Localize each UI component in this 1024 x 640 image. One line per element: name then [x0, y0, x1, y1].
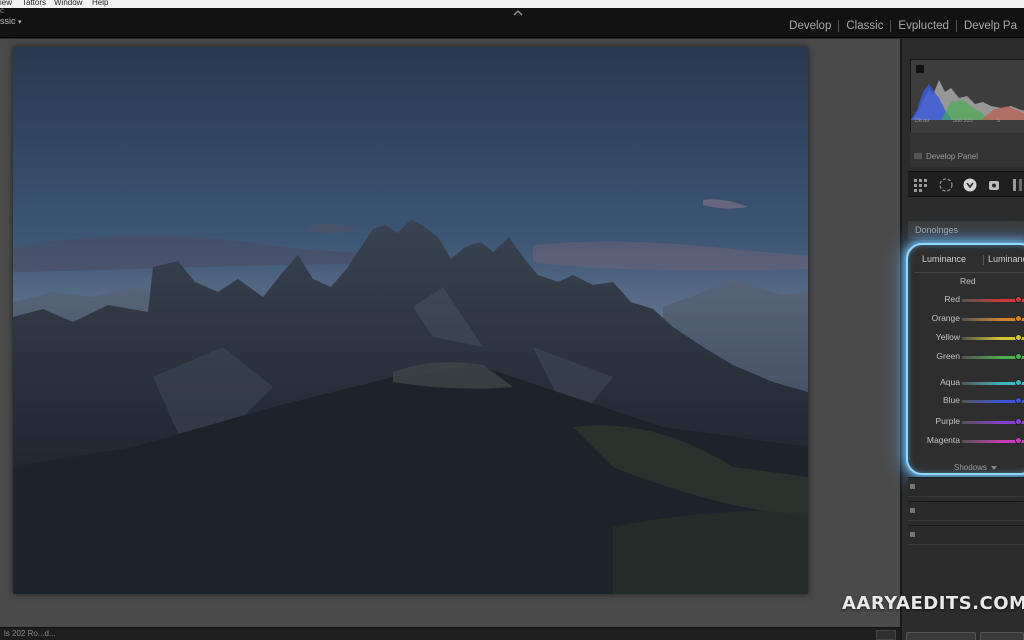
- hsl-slider-thumb-purple[interactable]: [1014, 418, 1022, 425]
- expand-icon: [910, 508, 915, 513]
- hsl-row-yellow: Yellow: [908, 332, 1024, 344]
- histogram-graph: [911, 80, 1024, 120]
- menu-item-tattors[interactable]: Tattors: [22, 0, 46, 8]
- menu-bar: iew Tattors Window Help: [0, 0, 1024, 8]
- expand-icon: [910, 484, 915, 489]
- hsl-label-blue: Blue: [942, 395, 960, 405]
- hsl-luminance-panel: Luminance Luminanc Red l RedOrangeYellow…: [906, 243, 1024, 475]
- histogram[interactable]: Dit du 388 333 S: [910, 59, 1024, 135]
- collapsed-section-3[interactable]: [908, 525, 1024, 545]
- collapse-top-panel-icon[interactable]: [513, 9, 523, 17]
- section-header[interactable]: Donolnges: [908, 221, 1024, 239]
- module-develp-pa[interactable]: Develp Pa: [957, 19, 1024, 33]
- tabs-underline: [914, 272, 1024, 273]
- expand-icon: [910, 532, 915, 537]
- section-title: Donolnges: [915, 225, 959, 235]
- watermark: AARYAEDITS.COM: [842, 593, 1024, 614]
- image-canvas[interactable]: [0, 39, 900, 627]
- histogram-readout: Dit du 388 333 S: [915, 118, 1022, 124]
- spot-removal-icon[interactable]: [962, 177, 978, 193]
- hsl-column-header: Red: [960, 276, 976, 286]
- menu-item-window[interactable]: Window: [54, 0, 82, 8]
- previous-button[interactable]: [906, 632, 976, 640]
- filmstrip-toggle[interactable]: [876, 630, 896, 640]
- histogram-readout-3: S: [996, 118, 1000, 124]
- hsl-slider-thumb-red[interactable]: [1014, 296, 1022, 303]
- hsl-row-red: Red: [908, 294, 1024, 306]
- hsl-label-aqua: Aqua: [940, 377, 960, 387]
- hsl-tabs: Luminance Luminanc: [916, 251, 1024, 269]
- module-develop[interactable]: Develop: [782, 19, 838, 33]
- reset-button[interactable]: [980, 632, 1024, 640]
- top-bar: c ssic ▾ Develop Classic Evplucted Devel…: [0, 6, 1024, 38]
- tab-luminance-all[interactable]: Luminanc: [988, 254, 1024, 264]
- grid-icon[interactable]: [912, 177, 928, 193]
- status-text: ls 202 Ro...d...: [4, 629, 56, 638]
- hsl-slider-thumb-green[interactable]: [1014, 353, 1022, 360]
- hsl-label-green: Green: [936, 351, 960, 361]
- graduated-filter-icon[interactable]: [1010, 177, 1024, 193]
- hsl-slider-thumb-blue[interactable]: [1014, 397, 1022, 404]
- menu-item-help[interactable]: Help: [92, 0, 108, 8]
- red-eye-icon[interactable]: [986, 177, 1002, 193]
- histogram-readout-2: 388 333: [952, 118, 973, 124]
- collapsed-section-2[interactable]: [908, 501, 1024, 521]
- identity-line: c: [0, 6, 4, 15]
- develop-panel-label: Develop Panel: [926, 152, 979, 161]
- right-panel: Dit du 388 333 S Develop Panel Donolnges…: [900, 39, 1024, 640]
- hsl-label-yellow: Yellow: [935, 332, 960, 342]
- collapsed-section-1[interactable]: [908, 477, 1024, 497]
- shadows-toggle[interactable]: Shodows: [954, 463, 997, 472]
- tool-strip: [908, 171, 1024, 197]
- hsl-row-magenta: Magenta: [908, 435, 1024, 447]
- panel-icon: [914, 153, 922, 159]
- hsl-label-magenta: Magenta: [926, 435, 960, 445]
- shadows-label: Shodows: [954, 463, 987, 472]
- module-evplucted[interactable]: Evplucted: [891, 19, 956, 33]
- hsl-label-red: Red: [944, 294, 960, 304]
- tab-luminance[interactable]: Luminance: [922, 254, 966, 264]
- module-picker: Develop Classic Evplucted Develp Pa: [782, 19, 1024, 33]
- hsl-row-aqua: Aqua: [908, 377, 1024, 389]
- hsl-slider-thumb-yellow[interactable]: [1014, 334, 1022, 341]
- identity-plate[interactable]: ssic ▾: [0, 16, 22, 28]
- module-classic[interactable]: Classic: [839, 19, 890, 33]
- hsl-slider-thumb-magenta[interactable]: [1014, 437, 1022, 444]
- photo-preview[interactable]: [13, 47, 808, 594]
- develop-panel-header: Develop Panel: [910, 133, 1024, 167]
- hsl-row-blue: Blue: [908, 395, 1024, 407]
- hsl-slider-thumb-orange[interactable]: [1014, 315, 1022, 322]
- chevron-down-icon: [990, 465, 997, 470]
- histogram-readout-1: Dit du: [915, 118, 930, 124]
- hsl-row-purple: Purple: [908, 416, 1024, 428]
- crop-circle-icon[interactable]: [938, 177, 954, 193]
- hsl-label-purple: Purple: [935, 416, 960, 426]
- hsl-row-green: Green: [908, 351, 1024, 363]
- preset-name: ssic: [0, 16, 16, 26]
- filmstrip-bar: ls 202 Ro...d...: [0, 627, 900, 640]
- hsl-row-orange: Orange: [908, 313, 1024, 325]
- chevron-down-icon: ▾: [18, 19, 22, 26]
- hsl-label-orange: Orange: [931, 313, 960, 323]
- hsl-slider-thumb-aqua[interactable]: [1014, 379, 1022, 386]
- tab-divider: [983, 255, 984, 265]
